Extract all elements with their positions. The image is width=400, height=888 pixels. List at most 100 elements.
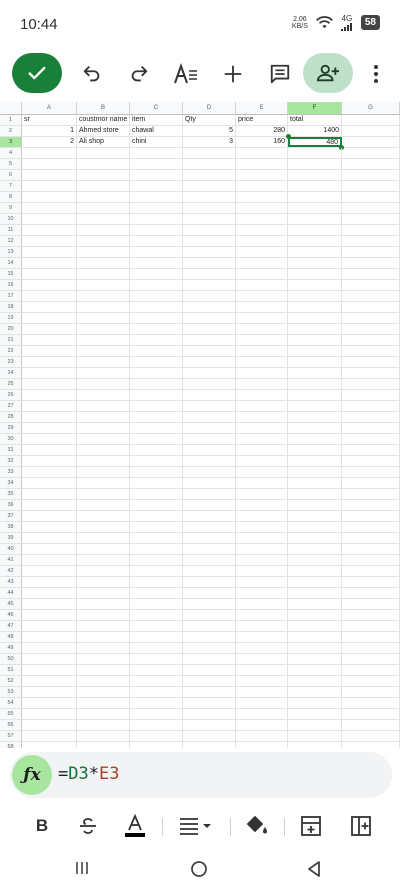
row-header[interactable]: 17 — [0, 291, 22, 301]
cell[interactable] — [77, 434, 130, 444]
cell[interactable] — [22, 434, 77, 444]
comment-button[interactable] — [266, 60, 294, 88]
cell[interactable] — [77, 566, 130, 576]
row-header[interactable]: 20 — [0, 324, 22, 334]
cell[interactable] — [288, 742, 342, 748]
cell[interactable] — [77, 709, 130, 719]
cell[interactable] — [288, 522, 342, 532]
cell[interactable] — [22, 665, 77, 675]
cell[interactable] — [77, 192, 130, 202]
cell[interactable] — [236, 313, 288, 323]
column-header-e[interactable]: E — [236, 102, 288, 114]
cell[interactable] — [77, 654, 130, 664]
cell[interactable] — [236, 522, 288, 532]
cell[interactable] — [236, 500, 288, 510]
row-header[interactable]: 46 — [0, 610, 22, 620]
cell[interactable] — [77, 489, 130, 499]
cell[interactable] — [236, 236, 288, 246]
cell[interactable] — [77, 214, 130, 224]
cell[interactable] — [22, 357, 77, 367]
cell[interactable] — [236, 654, 288, 664]
cell[interactable] — [183, 522, 236, 532]
cell[interactable] — [236, 258, 288, 268]
cell[interactable] — [130, 236, 183, 246]
text-color-button[interactable] — [122, 812, 148, 840]
cell[interactable] — [183, 500, 236, 510]
cell[interactable] — [183, 533, 236, 543]
cell[interactable] — [288, 676, 342, 686]
row-header[interactable]: 18 — [0, 302, 22, 312]
cell[interactable] — [22, 742, 77, 748]
row-header[interactable]: 33 — [0, 467, 22, 477]
cell[interactable] — [342, 269, 400, 279]
insert-row-button[interactable] — [298, 812, 324, 840]
cell[interactable] — [236, 643, 288, 653]
cell[interactable] — [236, 280, 288, 290]
cell[interactable] — [236, 720, 288, 730]
cell[interactable] — [22, 346, 77, 356]
cell[interactable] — [22, 313, 77, 323]
cell[interactable] — [236, 698, 288, 708]
cell[interactable] — [77, 368, 130, 378]
cell[interactable] — [22, 577, 77, 587]
row-header[interactable]: 16 — [0, 280, 22, 290]
cell[interactable] — [77, 522, 130, 532]
row-header[interactable]: 48 — [0, 632, 22, 642]
cell[interactable] — [288, 599, 342, 609]
cell[interactable] — [183, 434, 236, 444]
cell[interactable] — [342, 720, 400, 730]
row-header[interactable]: 58 — [0, 742, 22, 748]
cell[interactable] — [183, 456, 236, 466]
cell[interactable] — [22, 467, 77, 477]
cell[interactable] — [288, 357, 342, 367]
cell[interactable] — [236, 423, 288, 433]
cell[interactable] — [183, 577, 236, 587]
cell[interactable] — [236, 357, 288, 367]
cell[interactable] — [288, 192, 342, 202]
cell[interactable] — [288, 390, 342, 400]
cell[interactable] — [288, 731, 342, 741]
cell[interactable] — [130, 203, 183, 213]
cell[interactable] — [288, 478, 342, 488]
cell[interactable] — [342, 445, 400, 455]
cell[interactable] — [183, 610, 236, 620]
row-header[interactable]: 55 — [0, 709, 22, 719]
cell[interactable] — [130, 566, 183, 576]
cell[interactable] — [77, 720, 130, 730]
cell[interactable] — [288, 302, 342, 312]
cell[interactable] — [288, 401, 342, 411]
cell[interactable] — [130, 720, 183, 730]
cell[interactable] — [342, 302, 400, 312]
redo-button[interactable] — [125, 60, 153, 88]
cell[interactable] — [22, 159, 77, 169]
cell[interactable] — [183, 676, 236, 686]
cell[interactable] — [130, 412, 183, 422]
column-header-b[interactable]: B — [77, 102, 130, 114]
cell[interactable] — [77, 742, 130, 748]
cell[interactable] — [77, 511, 130, 521]
column-header-d[interactable]: D — [183, 102, 236, 114]
cell[interactable] — [183, 731, 236, 741]
cell[interactable] — [236, 676, 288, 686]
cell[interactable] — [183, 478, 236, 488]
cell[interactable]: Qty — [183, 115, 236, 125]
cell[interactable] — [77, 676, 130, 686]
cell[interactable] — [236, 368, 288, 378]
cell[interactable] — [236, 533, 288, 543]
spreadsheet-grid[interactable]: ABCDEFG 1 sr coustmor name item Qty price tota… — [0, 102, 400, 748]
cell[interactable] — [130, 643, 183, 653]
row-header[interactable]: 39 — [0, 533, 22, 543]
cell[interactable] — [342, 709, 400, 719]
cell[interactable] — [342, 203, 400, 213]
cell[interactable] — [342, 698, 400, 708]
cell[interactable] — [183, 214, 236, 224]
cell[interactable] — [183, 390, 236, 400]
row-header[interactable]: 12 — [0, 236, 22, 246]
cell[interactable] — [183, 632, 236, 642]
cell[interactable] — [342, 665, 400, 675]
cell[interactable] — [183, 324, 236, 334]
cell[interactable] — [22, 621, 77, 631]
cell[interactable] — [183, 247, 236, 257]
cell[interactable] — [183, 489, 236, 499]
cell[interactable] — [183, 599, 236, 609]
